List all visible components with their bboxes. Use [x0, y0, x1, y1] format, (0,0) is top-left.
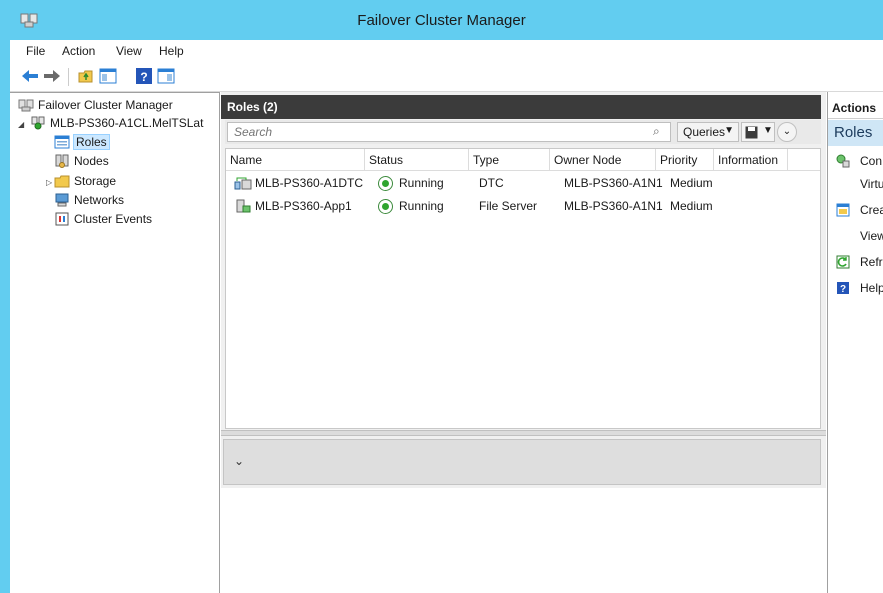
refresh-icon [836, 255, 850, 269]
help-icon[interactable]: ? [134, 66, 154, 86]
forward-arrow-icon[interactable] [42, 66, 62, 86]
save-dropdown-icon: ▼ [763, 125, 773, 136]
action-refresh[interactable]: Refr [828, 250, 883, 274]
show-hide-action-pane-icon[interactable] [156, 66, 176, 86]
column-type[interactable]: Type [469, 149, 550, 171]
role-status-cell: Running [378, 172, 444, 195]
search-icon[interactable]: ⌕ [653, 124, 660, 139]
role-name-cell: MLB-PS360-A1DTC [234, 172, 363, 195]
window-title: Failover Cluster Manager [357, 12, 526, 29]
menu-action[interactable]: Action [62, 44, 95, 58]
column-status[interactable]: Status [365, 149, 469, 171]
help-icon: ? [837, 282, 849, 295]
up-folder-icon[interactable] [76, 66, 96, 86]
window-frame-left [0, 40, 10, 593]
column-owner-node[interactable]: Owner Node [550, 149, 656, 171]
actions-pane: Actions Roles Con Virtu Crea View Refr ? [827, 92, 883, 593]
save-icon [745, 126, 758, 139]
column-priority[interactable]: Priority [656, 149, 714, 171]
tree-item-nodes[interactable]: Nodes [54, 152, 109, 170]
save-query-button[interactable]: ▼ [741, 122, 775, 142]
tree-root[interactable]: Failover Cluster Manager [18, 96, 173, 114]
role-type-cell: File Server [479, 199, 538, 213]
queries-label: Queries [683, 125, 726, 139]
networks-icon [55, 193, 69, 207]
action-view[interactable]: View [828, 224, 883, 248]
action-help[interactable]: ? Help [828, 276, 883, 300]
create-role-icon [836, 203, 850, 217]
pane-splitter[interactable] [221, 430, 826, 436]
file-server-role-icon [236, 199, 251, 213]
action-create-empty-role[interactable]: Crea [828, 198, 883, 222]
role-priority-cell: Medium [670, 199, 713, 213]
role-status-cell: Running [378, 195, 444, 218]
tree-item-networks[interactable]: Networks [54, 191, 124, 209]
actions-section-roles[interactable]: Roles [828, 120, 883, 146]
tree-item-roles[interactable]: Roles [54, 133, 110, 151]
console-tree: Failover Cluster Manager ◢ MLB-PS360-A1C… [10, 92, 220, 593]
cluster-expander-icon[interactable]: ◢ [18, 120, 24, 129]
action-virtual-machines[interactable]: Virtu [828, 172, 883, 196]
title-bar: Failover Cluster Manager [0, 0, 883, 40]
role-owner-cell: MLB-PS360-A1N1 [564, 199, 663, 213]
cluster-icon [31, 116, 45, 130]
role-name-cell: MLB-PS360-App1 [234, 195, 352, 218]
expand-details-chevron-icon[interactable]: ⌄ [234, 454, 244, 468]
show-hide-console-tree-icon[interactable] [98, 66, 118, 86]
storage-icon [54, 175, 70, 188]
actions-title: Actions [828, 97, 883, 119]
tree-item-storage[interactable]: Storage [54, 172, 116, 190]
queries-dropdown-icon: ▼ [724, 125, 734, 136]
details-body [221, 488, 826, 593]
menu-view[interactable]: View [116, 44, 142, 58]
role-type-cell: DTC [479, 176, 504, 190]
menu-file[interactable]: File [26, 44, 45, 58]
column-information[interactable]: Information [714, 149, 788, 171]
search-input[interactable] [227, 122, 671, 142]
role-priority-cell: Medium [670, 176, 713, 190]
storage-expander-icon[interactable]: ▷ [46, 178, 52, 187]
table-row[interactable]: MLB-PS360-App1 Running File Server MLB-P… [226, 195, 820, 218]
table-row[interactable]: MLB-PS360-A1DTC Running DTC MLB-PS360-A1… [226, 172, 820, 195]
role-owner-cell: MLB-PS360-A1N1 [564, 176, 663, 190]
dtc-role-icon [234, 177, 252, 190]
tree-item-cluster-events[interactable]: Cluster Events [54, 210, 152, 228]
column-name[interactable]: Name [226, 149, 365, 171]
nodes-icon [55, 154, 69, 168]
cluster-events-icon [55, 212, 69, 226]
menu-help[interactable]: Help [159, 44, 184, 58]
roles-pane: Roles (2) ⌕ Queries ▼ ▼ ⌄ Name Status Ty… [221, 92, 826, 593]
tree-cluster[interactable]: MLB-PS360-A1CL.MelTSLat [30, 114, 203, 132]
search-bar: ⌕ Queries ▼ ▼ ⌄ [225, 120, 821, 144]
action-configure-role[interactable]: Con [828, 149, 883, 173]
svg-text:?: ? [140, 70, 147, 84]
svg-text:?: ? [840, 284, 846, 295]
toolbar: ? [10, 62, 883, 92]
collapse-search-button[interactable]: ⌄ [777, 122, 797, 142]
running-status-icon [378, 199, 393, 214]
back-arrow-icon[interactable] [20, 66, 40, 86]
failover-cluster-manager-icon [18, 99, 34, 112]
toolbar-separator [68, 68, 69, 86]
menu-bar: File Action View Help [10, 40, 883, 62]
configure-role-icon [836, 154, 850, 168]
table-header: Name Status Type Owner Node Priority Inf… [226, 149, 820, 171]
running-status-icon [378, 176, 393, 191]
roles-header: Roles (2) [221, 95, 821, 119]
details-panel[interactable]: ⌄ [223, 439, 821, 485]
roles-table: Name Status Type Owner Node Priority Inf… [225, 148, 821, 429]
roles-icon [54, 135, 70, 149]
chevron-down-icon: ⌄ [782, 126, 792, 137]
queries-button[interactable]: Queries ▼ [677, 122, 739, 142]
